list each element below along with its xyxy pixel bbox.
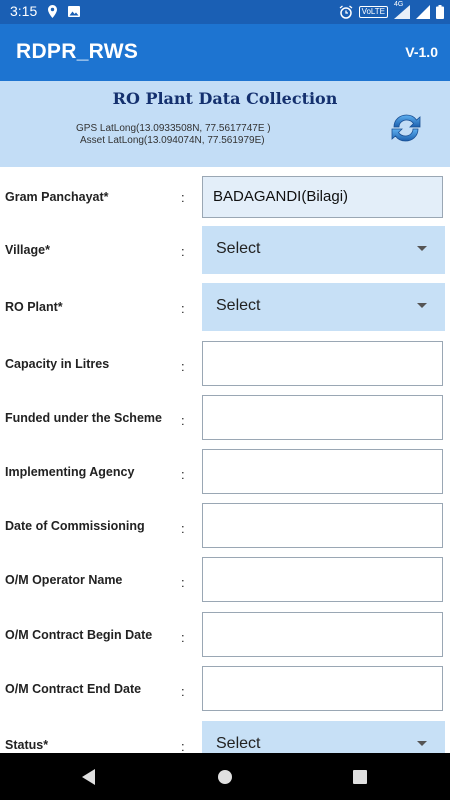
gps-latlong: GPS LatLong(13.0933508N, 77.5617747E ) (76, 123, 271, 134)
alarm-icon (339, 5, 352, 19)
form-header: RO Plant Data Collection GPS LatLong(13.… (0, 81, 450, 167)
app-title: RDPR_RWS (16, 40, 139, 63)
system-nav-bar (0, 753, 450, 800)
gram-panchayat-field[interactable]: BADAGANDI(Bilagi) (202, 176, 443, 218)
capacity-input[interactable] (202, 341, 443, 386)
om-contract-end-input[interactable] (202, 666, 443, 711)
recents-icon[interactable] (353, 770, 367, 784)
app-bar: RDPR_RWS V-1.0 (0, 24, 450, 81)
asset-latlong: Asset LatLong(13.094074N, 77.561979E) (80, 135, 265, 146)
colon: : (181, 684, 185, 699)
page-title: RO Plant Data Collection (112, 89, 338, 108)
village-label: Village* (5, 243, 50, 257)
refresh-icon[interactable] (388, 111, 424, 145)
date-commissioning-label: Date of Commissioning (5, 519, 145, 533)
status-icons: VoLTE 4G (339, 1, 444, 21)
ro-plant-label: RO Plant* (5, 300, 63, 314)
location-icon (48, 5, 57, 18)
funded-scheme-label: Funded under the Scheme (5, 411, 162, 425)
chevron-down-icon (417, 303, 427, 308)
om-contract-end-label: O/M Contract End Date (5, 682, 142, 696)
gram-panchayat-value: BADAGANDI(Bilagi) (213, 188, 349, 205)
colon: : (181, 521, 185, 536)
implementing-agency-label: Implementing Agency (5, 465, 135, 479)
colon: : (181, 630, 185, 645)
ro-plant-selected: Select (216, 297, 261, 314)
om-operator-label: O/M Operator Name (5, 573, 123, 587)
colon: : (181, 359, 185, 374)
status-dropdown[interactable]: Select (202, 721, 445, 753)
village-dropdown[interactable]: Select (202, 226, 445, 274)
colon: : (181, 244, 185, 259)
date-commissioning-input[interactable] (202, 503, 443, 548)
chevron-down-icon (417, 246, 427, 251)
colon: : (181, 575, 185, 590)
status-label: Status* (5, 738, 49, 752)
ro-plant-dropdown[interactable]: Select (202, 283, 445, 331)
colon: : (181, 301, 185, 316)
om-contract-begin-label: O/M Contract Begin Date (5, 628, 153, 642)
ro-plant-form: Gram Panchayat* : BADAGANDI(Bilagi) Vill… (0, 167, 450, 753)
village-selected: Select (216, 240, 261, 257)
capacity-label: Capacity in Litres (5, 357, 110, 371)
chevron-down-icon (417, 741, 427, 746)
colon: : (181, 413, 185, 428)
gram-panchayat-label: Gram Panchayat* (5, 190, 109, 204)
colon: : (181, 190, 185, 205)
colon: : (181, 467, 185, 482)
funded-scheme-input[interactable] (202, 395, 443, 440)
implementing-agency-input[interactable] (202, 449, 443, 494)
om-contract-begin-input[interactable] (202, 612, 443, 657)
battery-icon (436, 5, 444, 19)
status-time: 3:15 (10, 3, 38, 19)
volte-badge: VoLTE (358, 6, 388, 18)
status-selected: Select (216, 735, 261, 752)
back-icon[interactable] (82, 769, 95, 785)
status-bar: 3:15 VoLTE 4G (0, 0, 450, 24)
wifi-icon: 4G (394, 1, 410, 19)
signal-icon (416, 5, 430, 19)
om-operator-input[interactable] (202, 557, 443, 602)
app-version: V-1.0 (405, 44, 438, 60)
colon: : (181, 739, 185, 753)
home-icon[interactable] (218, 770, 232, 784)
image-icon (68, 6, 80, 17)
